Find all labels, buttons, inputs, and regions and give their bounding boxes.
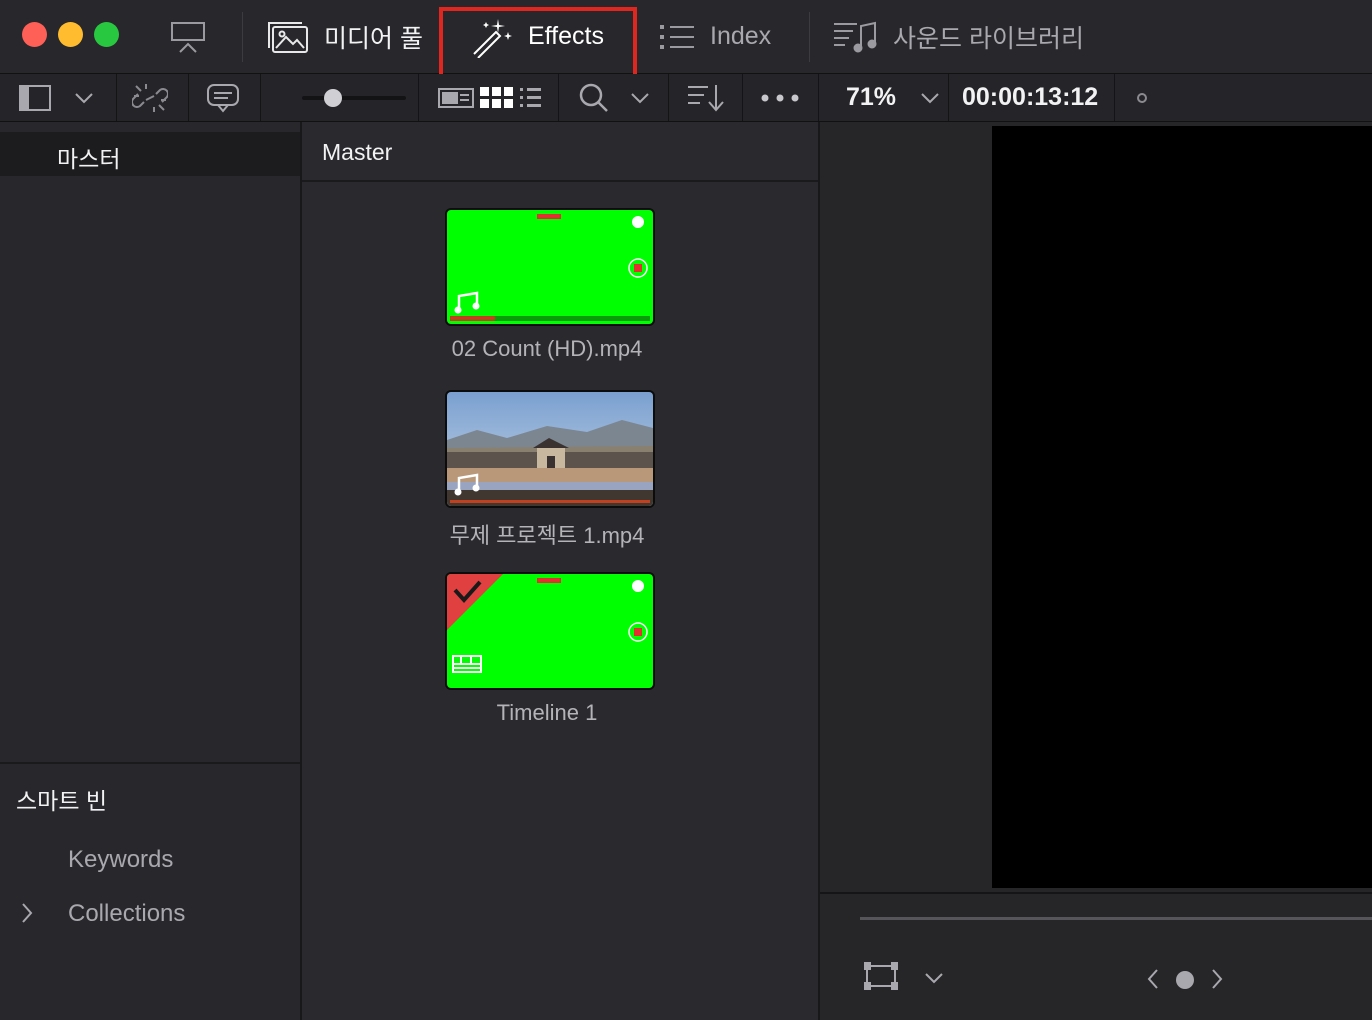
sidebar-divider bbox=[0, 762, 300, 764]
tab-effects-label: Effects bbox=[528, 22, 604, 50]
sidebar-toggle-button[interactable] bbox=[18, 74, 94, 121]
smart-bin-collections[interactable]: Collections bbox=[0, 894, 300, 934]
tab-index-label: Index bbox=[710, 22, 772, 50]
chevron-right-icon[interactable] bbox=[20, 902, 34, 924]
caption-bubble-icon bbox=[206, 83, 240, 113]
bin-header: Master bbox=[302, 122, 818, 182]
sort-button[interactable] bbox=[686, 74, 726, 121]
view-mode-group bbox=[438, 74, 542, 121]
toolbar: 71% 00:00:13:12 bbox=[0, 74, 1372, 122]
list-view-icon[interactable] bbox=[520, 87, 542, 109]
clip-name: 무제 프로젝트 1.mp4 bbox=[449, 523, 645, 548]
zoom-level-dropdown[interactable]: 71% bbox=[846, 74, 940, 121]
smart-bin-keywords-label: Keywords bbox=[68, 846, 174, 873]
viewer-panel bbox=[820, 122, 1372, 1020]
slider-thumb[interactable] bbox=[323, 88, 342, 107]
smart-bin-title: 스마트 빈 bbox=[16, 788, 108, 814]
title-bar: 미디어 풀 Effects Index 사운드 라이브러리 bbox=[0, 0, 1372, 81]
zoom-button[interactable] bbox=[94, 22, 119, 47]
sidebar-panel-icon bbox=[18, 84, 52, 112]
status-dot-icon bbox=[1136, 74, 1148, 121]
chevron-down-icon[interactable] bbox=[924, 972, 944, 984]
clip-thumbnail[interactable] bbox=[445, 208, 655, 326]
sidebar-item-master[interactable]: 마스터 bbox=[0, 132, 300, 176]
chevron-down-icon[interactable] bbox=[630, 92, 650, 104]
minimize-button[interactable] bbox=[58, 22, 83, 47]
subtitle-button[interactable] bbox=[206, 74, 240, 121]
frame-size-icon bbox=[864, 962, 898, 990]
bin-sidebar: 마스터 스마트 빈 Keywords Collections bbox=[0, 122, 302, 1020]
unlink-icon bbox=[132, 82, 168, 114]
timecode-display[interactable]: 00:00:13:12 bbox=[962, 74, 1098, 121]
chevron-right-icon bbox=[1210, 968, 1224, 990]
sidebar-item-master-label: 마스터 bbox=[57, 146, 121, 172]
bin-title: Master bbox=[322, 139, 393, 165]
close-button[interactable] bbox=[22, 22, 47, 47]
chevron-left-icon bbox=[1146, 968, 1160, 990]
smart-bin-keywords[interactable]: Keywords bbox=[0, 840, 300, 880]
clip-thumbnail[interactable] bbox=[445, 390, 655, 508]
search-icon bbox=[578, 82, 610, 114]
clip-thumbnail[interactable] bbox=[445, 572, 655, 690]
tab-sound-library[interactable]: 사운드 라이브러리 bbox=[833, 0, 1084, 73]
viewer-size-button[interactable] bbox=[864, 962, 898, 990]
chevron-down-icon[interactable] bbox=[74, 92, 94, 104]
smart-bin-collections-label: Collections bbox=[68, 900, 186, 927]
metadata-view-icon[interactable] bbox=[438, 87, 474, 109]
clip-name: Timeline 1 bbox=[496, 700, 598, 725]
thumbnail-grid-icon[interactable] bbox=[480, 86, 514, 109]
chevron-down-icon bbox=[920, 92, 940, 104]
tab-index[interactable]: Index bbox=[660, 0, 771, 73]
previous-button[interactable] bbox=[1146, 968, 1160, 990]
slider-track bbox=[302, 95, 406, 100]
next-button[interactable] bbox=[1210, 968, 1224, 990]
tab-media-pool-label: 미디어 풀 bbox=[324, 24, 423, 53]
search-button[interactable] bbox=[578, 74, 650, 121]
playhead-dot-icon[interactable] bbox=[1175, 970, 1195, 990]
workspace-monitor-icon[interactable] bbox=[168, 20, 208, 56]
green-screen-thumbnail bbox=[447, 210, 653, 324]
magic-wand-icon bbox=[470, 16, 514, 58]
sort-icon bbox=[686, 83, 726, 113]
more-options-button[interactable] bbox=[760, 74, 800, 121]
clip-name: 02 Count (HD).mp4 bbox=[451, 336, 643, 361]
tab-sound-library-label: 사운드 라이브러리 bbox=[893, 24, 1084, 53]
list-icon bbox=[660, 23, 696, 51]
thumbnail-size-slider[interactable] bbox=[302, 74, 406, 121]
more-options-icon bbox=[760, 93, 800, 103]
tab-media-pool[interactable]: 미디어 풀 bbox=[266, 0, 423, 73]
timecode-value: 00:00:13:12 bbox=[962, 83, 1099, 111]
viewer-divider bbox=[820, 892, 1372, 894]
media-pool-icon bbox=[266, 19, 310, 55]
zoom-level-value: 71% bbox=[846, 83, 897, 111]
scrubber-track[interactable] bbox=[860, 917, 1372, 920]
unlink-button[interactable] bbox=[132, 74, 168, 121]
sound-library-icon bbox=[833, 20, 879, 54]
media-pool-bin: Master 02 Count (HD).mp4 무제 프로젝트 1.mp4 T… bbox=[302, 122, 820, 1020]
timeline-thumbnail bbox=[447, 574, 653, 688]
tab-effects[interactable]: Effects bbox=[470, 0, 604, 73]
viewer-canvas[interactable] bbox=[992, 126, 1372, 888]
palace-photo-thumbnail bbox=[447, 392, 653, 506]
